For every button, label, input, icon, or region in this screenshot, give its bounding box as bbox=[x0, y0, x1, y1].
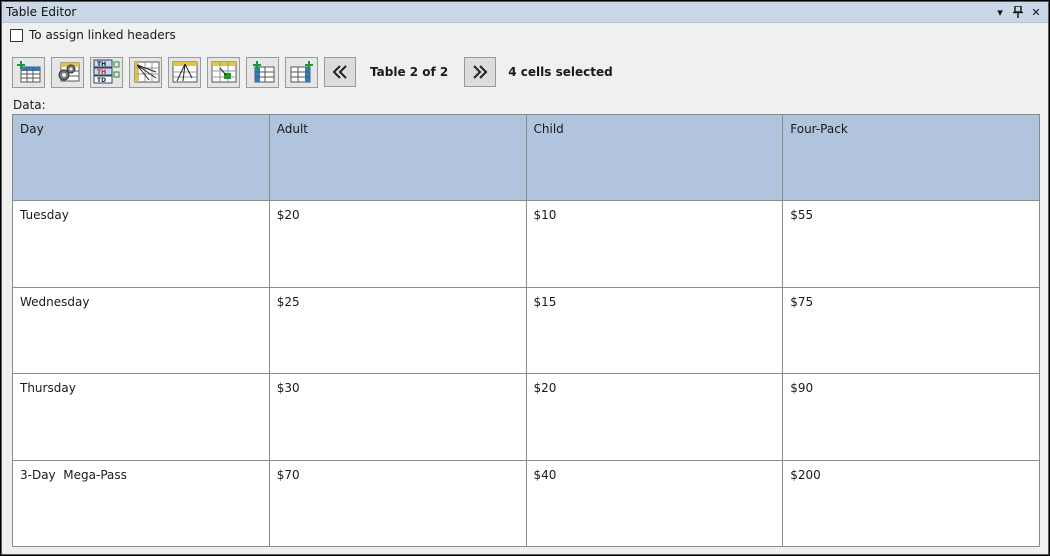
data-table: Day Adult Child Four-Pack Tuesday $20 $1… bbox=[12, 114, 1040, 547]
table-cell[interactable]: $200 bbox=[782, 459, 1040, 547]
table-cell[interactable]: $30 bbox=[268, 373, 527, 461]
table-settings-icon bbox=[58, 62, 79, 82]
window-controls: ▾ ✕ bbox=[994, 5, 1042, 19]
table-cell[interactable]: $90 bbox=[782, 373, 1040, 461]
select-cells-button[interactable] bbox=[207, 56, 240, 88]
header-cell[interactable]: Day bbox=[12, 114, 270, 201]
header-cell[interactable]: Four-Pack bbox=[782, 114, 1040, 201]
table-cell[interactable]: $75 bbox=[782, 286, 1040, 374]
pin-icon[interactable] bbox=[1012, 5, 1024, 19]
table-cell[interactable]: 3-Day Mega-Pass bbox=[12, 459, 270, 547]
double-chevron-left-icon bbox=[332, 65, 347, 79]
table-cell[interactable]: Thursday bbox=[12, 373, 270, 461]
header-cell[interactable]: Child bbox=[525, 114, 784, 201]
associate-headers-icon bbox=[134, 61, 159, 83]
table-cell[interactable]: Wednesday bbox=[12, 286, 270, 374]
table-cell[interactable]: $40 bbox=[525, 459, 784, 547]
table-row: 3-Day Mega-Pass $70 $40 $200 bbox=[12, 459, 1040, 547]
insert-table-button[interactable] bbox=[12, 56, 45, 88]
table-editor-window: Table Editor ▾ ✕ To assign linked header… bbox=[1, 1, 1049, 555]
table-cell[interactable]: $15 bbox=[525, 286, 784, 374]
linked-headers-label: To assign linked headers bbox=[29, 28, 176, 42]
window-title: Table Editor bbox=[6, 5, 77, 19]
table-cell[interactable]: $20 bbox=[268, 200, 527, 288]
select-cells-icon bbox=[211, 61, 236, 83]
insert-row-icon bbox=[252, 61, 274, 83]
header-row: Day Adult Child Four-Pack bbox=[12, 114, 1040, 201]
table-cell[interactable]: $70 bbox=[268, 459, 527, 547]
table-row: Tuesday $20 $10 $55 bbox=[12, 200, 1040, 288]
table-cell[interactable]: $20 bbox=[525, 373, 784, 461]
selection-status: 4 cells selected bbox=[508, 65, 613, 79]
table-cell[interactable]: $10 bbox=[525, 200, 784, 288]
table-settings-button[interactable] bbox=[51, 56, 84, 88]
toolbar: TH TH TD Table 2 of 2 4 cells selected bbox=[12, 56, 613, 88]
header-cell[interactable]: Adult bbox=[268, 114, 527, 201]
next-table-button[interactable] bbox=[464, 57, 497, 87]
svg-text:TH: TH bbox=[97, 61, 106, 68]
double-chevron-right-icon bbox=[473, 65, 488, 79]
svg-text:TD: TD bbox=[97, 77, 106, 84]
table-cell[interactable]: $25 bbox=[268, 286, 527, 374]
insert-table-icon bbox=[16, 61, 40, 83]
insert-column-icon bbox=[290, 61, 313, 83]
svg-text:TH: TH bbox=[97, 69, 106, 76]
insert-row-button[interactable] bbox=[246, 56, 279, 88]
title-bar: Table Editor ▾ ✕ bbox=[2, 2, 1048, 23]
linked-headers-checkbox[interactable] bbox=[10, 28, 23, 42]
link-headers-button[interactable] bbox=[168, 56, 201, 88]
close-icon[interactable]: ✕ bbox=[1030, 5, 1042, 19]
table-row: Thursday $30 $20 $90 bbox=[12, 373, 1040, 461]
linked-headers-option[interactable]: To assign linked headers bbox=[10, 28, 176, 42]
associate-headers-button[interactable] bbox=[129, 56, 162, 88]
dropdown-icon[interactable]: ▾ bbox=[994, 5, 1006, 19]
table-cell[interactable]: Tuesday bbox=[12, 200, 270, 288]
table-row: Wednesday $25 $15 $75 bbox=[12, 286, 1040, 374]
table-counter: Table 2 of 2 bbox=[370, 65, 449, 79]
data-label: Data: bbox=[13, 98, 46, 112]
previous-table-button[interactable] bbox=[324, 57, 356, 87]
table-cell[interactable]: $55 bbox=[782, 200, 1040, 288]
header-cells-button[interactable]: TH TH TD bbox=[90, 56, 123, 88]
link-headers-icon bbox=[172, 61, 197, 83]
insert-column-button[interactable] bbox=[285, 56, 318, 88]
header-cells-icon: TH TH TD bbox=[93, 59, 119, 84]
